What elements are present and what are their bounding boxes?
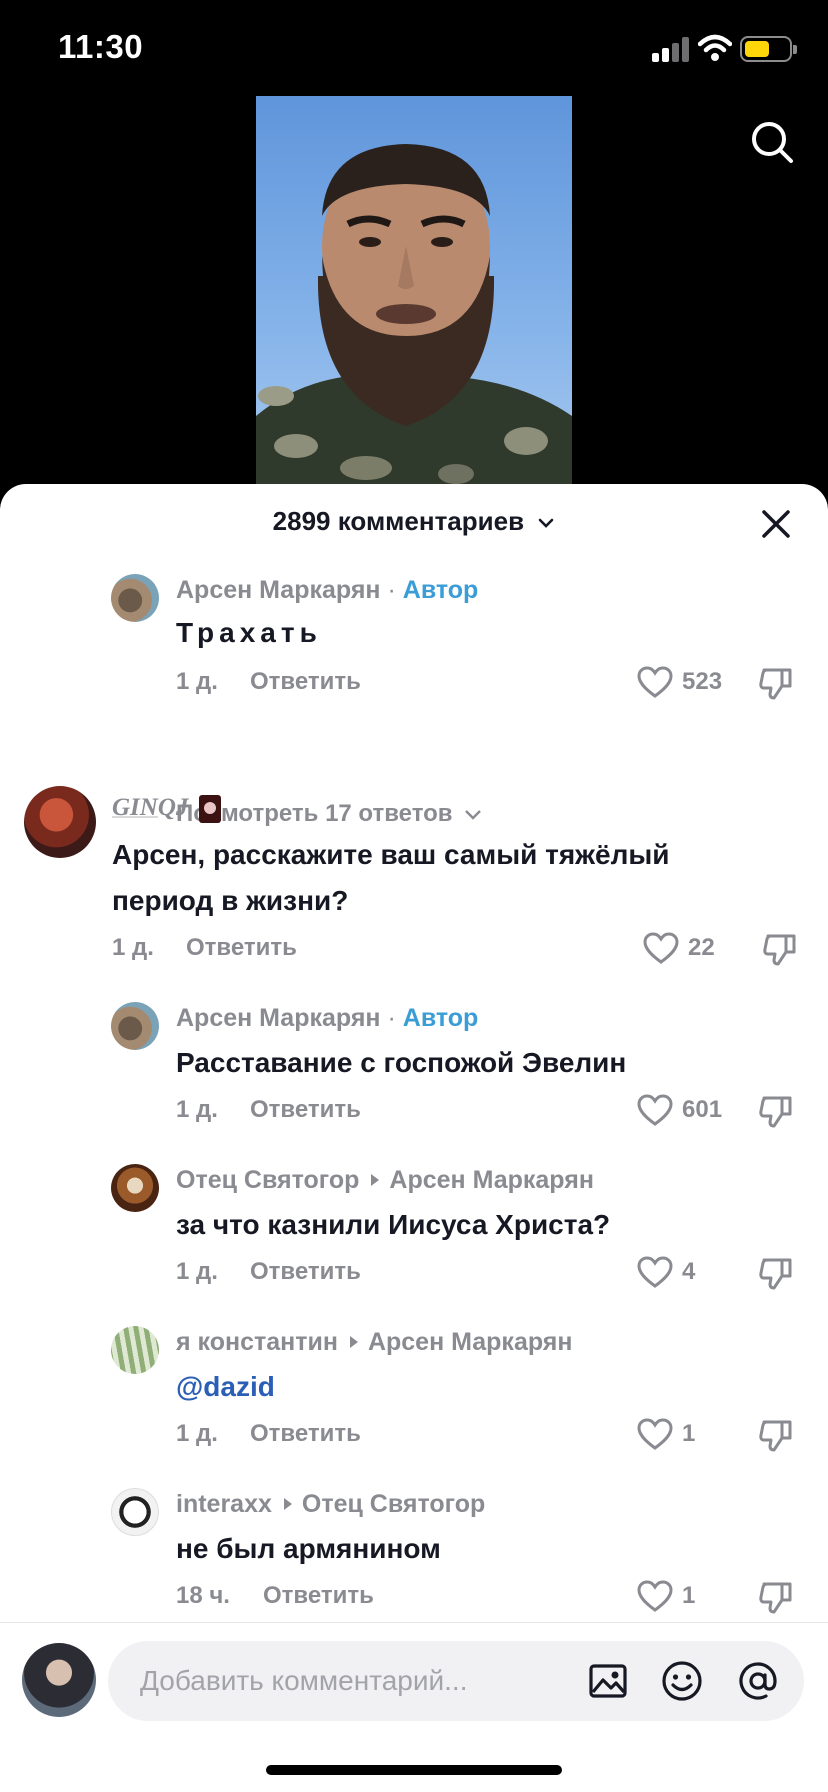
close-icon[interactable] bbox=[758, 506, 794, 542]
dislike-icon[interactable] bbox=[756, 1254, 796, 1294]
comments-sheet: 2899 комментариев Арсен Маркарян · Автор… bbox=[0, 484, 828, 1792]
heart-icon bbox=[643, 932, 679, 964]
dislike-icon[interactable] bbox=[756, 1578, 796, 1618]
dislike-icon[interactable] bbox=[760, 930, 800, 970]
avatar[interactable] bbox=[111, 1164, 159, 1212]
like-button[interactable]: 523 bbox=[636, 662, 732, 702]
comment-input-bar bbox=[0, 1622, 828, 1792]
like-button[interactable]: 601 bbox=[636, 1090, 732, 1130]
comment-time: 1 д. bbox=[176, 1258, 218, 1285]
avatar[interactable] bbox=[111, 1002, 159, 1050]
comment-text: Трахать bbox=[176, 617, 322, 648]
like-count: 601 bbox=[682, 1096, 723, 1123]
heart-icon bbox=[637, 1256, 673, 1288]
avatar[interactable] bbox=[111, 1488, 159, 1536]
status-bar: 11:30 bbox=[0, 0, 828, 96]
battery-icon bbox=[740, 36, 797, 62]
dislike-icon[interactable] bbox=[756, 1416, 796, 1456]
reply-button[interactable]: Ответить bbox=[250, 1258, 361, 1286]
comment-text: за что казнили Иисуса Христа? bbox=[176, 1209, 611, 1240]
reply-arrow-icon bbox=[283, 1498, 292, 1511]
comment-username[interactable]: interaxx Отец Святогор bbox=[176, 1490, 485, 1519]
reply-button[interactable]: Ответить bbox=[250, 1420, 361, 1448]
chevron-down-icon bbox=[539, 518, 554, 528]
reply-button[interactable]: Ответить bbox=[186, 934, 297, 962]
like-button[interactable]: 1 bbox=[636, 1414, 732, 1454]
avatar[interactable] bbox=[111, 574, 159, 622]
avatar[interactable] bbox=[22, 1643, 96, 1717]
comment-text: не был армянином bbox=[176, 1533, 441, 1564]
comment-time: 1 д. bbox=[176, 1096, 218, 1123]
signal-icon bbox=[652, 36, 692, 62]
dislike-icon[interactable] bbox=[756, 1092, 796, 1132]
comment-input-field[interactable] bbox=[108, 1641, 804, 1721]
status-time: 11:30 bbox=[58, 28, 144, 65]
comment-time: 1 д. bbox=[176, 668, 218, 695]
like-count: 1 bbox=[682, 1582, 696, 1609]
like-count: 523 bbox=[682, 668, 723, 695]
home-indicator bbox=[266, 1765, 562, 1775]
heart-icon bbox=[637, 1094, 673, 1126]
card-emoji-icon bbox=[198, 795, 221, 824]
comment-username[interactable]: Отец Святогор Арсен Маркарян bbox=[176, 1166, 594, 1195]
emoji-icon[interactable] bbox=[660, 1659, 704, 1703]
heart-icon bbox=[637, 666, 673, 698]
comment-username[interactable]: GINQJ bbox=[112, 794, 221, 824]
comment-input[interactable] bbox=[140, 1655, 580, 1707]
chevron-down-icon bbox=[465, 809, 482, 820]
author-badge: Автор bbox=[402, 1004, 479, 1032]
wifi-icon bbox=[698, 34, 732, 61]
like-button[interactable]: 4 bbox=[636, 1252, 732, 1292]
comments-count-header[interactable]: 2899 комментариев bbox=[0, 506, 828, 537]
comment-text: Расставание с госпожой Эвелин bbox=[176, 1047, 627, 1078]
like-button[interactable]: 22 bbox=[642, 928, 732, 968]
comment-time: 1 д. bbox=[112, 934, 154, 961]
comment-username[interactable]: Арсен Маркарян · Автор bbox=[176, 1004, 478, 1033]
reply-arrow-icon bbox=[349, 1336, 358, 1349]
reply-button[interactable]: Ответить bbox=[263, 1582, 374, 1610]
comment-username[interactable]: я константин Арсен Маркарян bbox=[176, 1328, 572, 1357]
like-count: 22 bbox=[688, 934, 715, 961]
video-frame-image bbox=[256, 144, 572, 486]
comment-username[interactable]: Арсен Маркарян · Автор bbox=[176, 576, 478, 605]
like-button[interactable]: 1 bbox=[636, 1576, 732, 1616]
reply-button[interactable]: Ответить bbox=[250, 668, 361, 696]
avatar[interactable] bbox=[111, 1326, 159, 1374]
like-count: 4 bbox=[682, 1258, 696, 1285]
author-badge: Автор bbox=[402, 576, 479, 604]
search-icon[interactable] bbox=[748, 118, 796, 166]
comment-time: 18 ч. bbox=[176, 1582, 230, 1609]
heart-icon bbox=[637, 1418, 673, 1450]
comment-time: 1 д. bbox=[176, 1420, 218, 1447]
at-icon[interactable] bbox=[736, 1659, 780, 1703]
like-count: 1 bbox=[682, 1420, 696, 1447]
avatar[interactable] bbox=[24, 786, 96, 858]
heart-icon bbox=[637, 1580, 673, 1612]
dislike-icon[interactable] bbox=[756, 664, 796, 704]
video-preview[interactable] bbox=[256, 96, 572, 486]
comments-count-label: 2899 комментариев bbox=[272, 506, 525, 536]
reply-arrow-icon bbox=[371, 1174, 380, 1187]
image-icon[interactable] bbox=[586, 1659, 630, 1703]
comment-text: Арсен, расскажите ваш самый тяжёлый пери… bbox=[112, 839, 670, 916]
comment-mention-link[interactable]: @dazid bbox=[176, 1364, 275, 1410]
reply-button[interactable]: Ответить bbox=[250, 1096, 361, 1124]
